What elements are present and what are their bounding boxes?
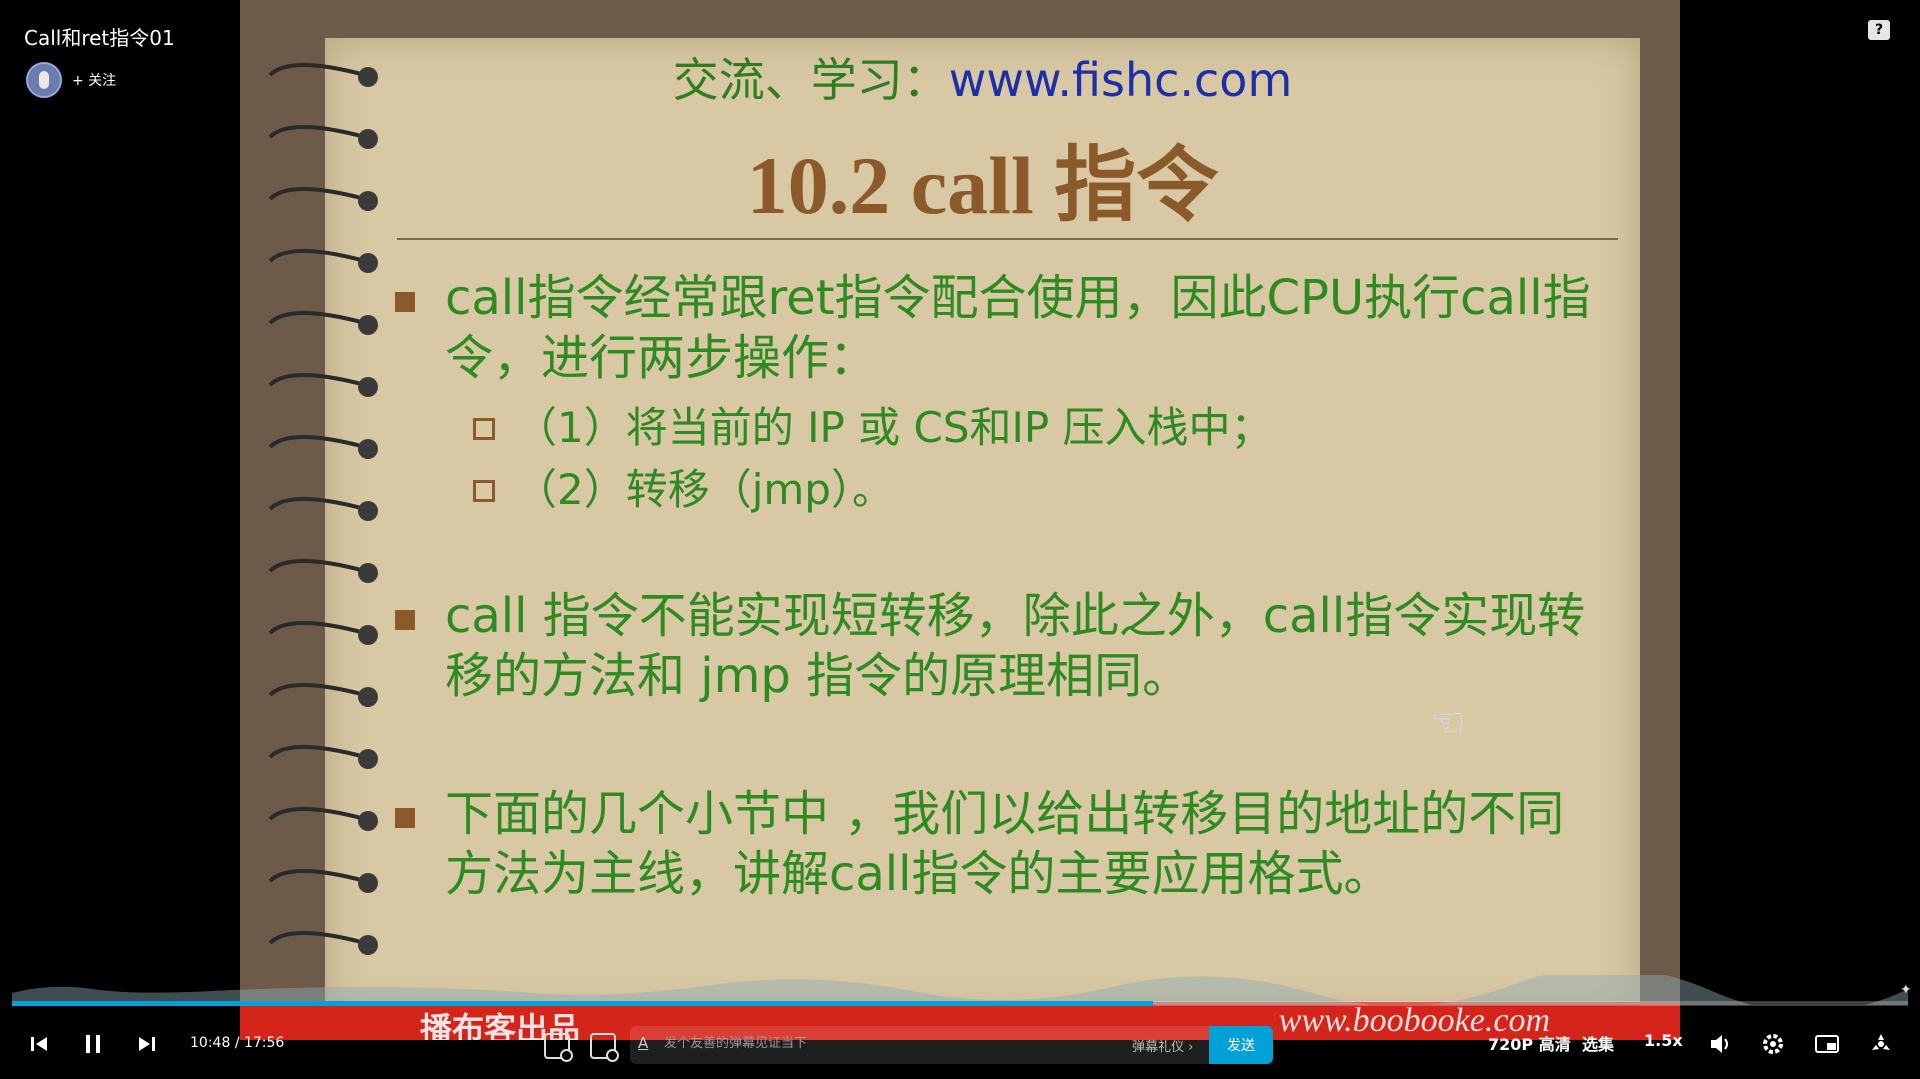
progress-played	[12, 1001, 1154, 1006]
control-bar: 10:48 / 17:56 A 弹幕礼仪 › 发送 720P 高清 选集 1.5…	[0, 1013, 1920, 1073]
video-title: Call和ret指令01	[24, 26, 175, 50]
volume-icon[interactable]	[1706, 1029, 1736, 1059]
speed-button[interactable]: 1.5x	[1644, 1031, 1683, 1050]
video-frame[interactable]: 交流、学习：www.fishc.com 10.2 call 指令 call指令经…	[240, 0, 1680, 1040]
danmu-toggle-icon[interactable]	[544, 1033, 573, 1062]
danmu-input[interactable]	[662, 1035, 1086, 1052]
follow-button[interactable]: + 关注	[72, 70, 116, 90]
uploader-area: + 关注	[26, 62, 116, 98]
avatar[interactable]	[26, 62, 62, 98]
slide-sub-item-1: （1）将当前的 IP 或 CS和IP 压入栈中；	[473, 400, 1515, 456]
progress-handle-icon[interactable]: ✦	[1900, 982, 1914, 998]
slide-bullet-3: 下面的几个小节中 ，我们以给出转移目的地址的不同方法为主线，讲解call指令的主…	[395, 784, 1595, 904]
slide-bullet-1: call指令经常跟ret指令配合使用，因此CPU执行call指令，进行两步操作：	[395, 268, 1595, 388]
time-display: 10:48 / 17:56	[190, 1035, 284, 1051]
notebook-spiral	[268, 63, 378, 955]
slide-site-line: 交流、学习：www.fishc.com	[325, 44, 1640, 110]
danmu-bar: A 弹幕礼仪 › 发送	[630, 1026, 1273, 1064]
pause-icon[interactable]	[80, 1029, 106, 1059]
slide-heading: 10.2 call 指令	[746, 140, 1219, 231]
progress-bar[interactable]	[12, 1001, 1908, 1006]
prev-icon[interactable]	[26, 1029, 52, 1059]
next-icon[interactable]	[134, 1029, 160, 1059]
slide-site-url: www.fishc.com	[948, 53, 1293, 107]
slide-site-prefix: 交流、学习：	[672, 53, 949, 107]
danmu-toggles	[544, 1033, 619, 1062]
slide-sub-item-2: （2）转移（jmp）。	[473, 462, 1515, 518]
danmu-settings-icon[interactable]	[590, 1033, 619, 1062]
settings-icon[interactable]	[1758, 1029, 1788, 1059]
help-icon[interactable]: ?	[1868, 20, 1890, 40]
current-time: 10:48	[190, 1035, 231, 1051]
fullscreen-icon[interactable]	[1866, 1029, 1896, 1059]
time-separator: /	[234, 1035, 240, 1051]
danmu-send-button[interactable]: 发送	[1209, 1026, 1273, 1064]
pip-icon[interactable]	[1812, 1029, 1842, 1059]
danmu-style-icon[interactable]: A	[638, 1034, 648, 1052]
episodes-button[interactable]: 选集	[1582, 1031, 1614, 1055]
pointer-hand-icon: ☜	[1430, 700, 1466, 746]
slide-divider	[397, 238, 1618, 240]
slide-paper: 交流、学习：www.fishc.com 10.2 call 指令 call指令经…	[325, 38, 1640, 1018]
quality-button[interactable]: 720P 高清	[1488, 1031, 1571, 1055]
slide-bullet-2: call 指令不能实现短转移，除此之外，call指令实现转移的方法和 jmp 指…	[395, 586, 1595, 706]
total-time: 17:56	[243, 1035, 285, 1051]
danmu-etiquette-link[interactable]: 弹幕礼仪 ›	[1132, 1036, 1193, 1055]
